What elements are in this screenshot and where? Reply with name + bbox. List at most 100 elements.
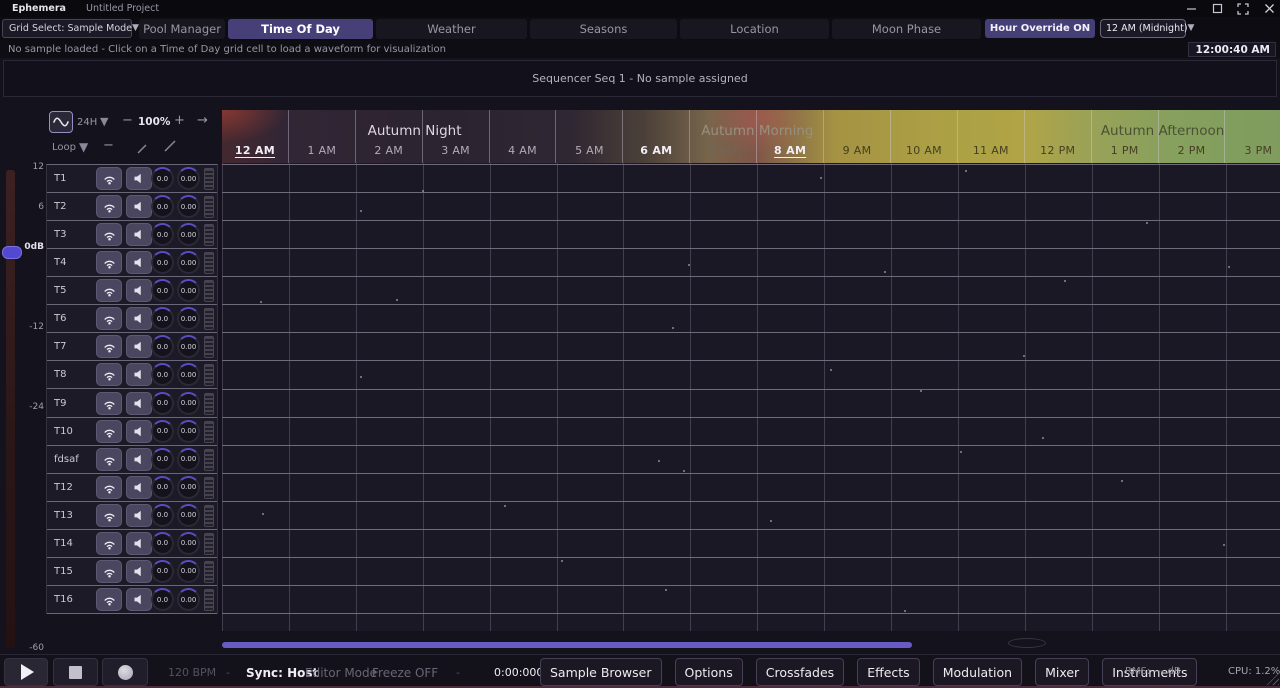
pan-knob[interactable]: 0.0: [151, 335, 174, 358]
pan-knob[interactable]: 0.0: [151, 251, 174, 274]
stop-button[interactable]: [53, 658, 98, 686]
play-button[interactable]: [4, 658, 48, 686]
grid-select-dropdown[interactable]: Grid Select: Sample Mode ▼: [2, 19, 132, 38]
arrow-right-icon[interactable]: →: [197, 113, 208, 128]
hour-cell-11-am[interactable]: 11 AM: [958, 110, 1025, 163]
zoom-in-button[interactable]: +: [174, 113, 185, 128]
horizontal-scrollbar[interactable]: [222, 642, 912, 648]
effects-button[interactable]: Effects: [857, 658, 920, 686]
track-monitor-button[interactable]: [96, 476, 122, 499]
track-monitor-button[interactable]: [96, 392, 122, 415]
track-monitor-button[interactable]: [96, 448, 122, 471]
track-monitor-button[interactable]: [96, 363, 122, 386]
tab-location[interactable]: Location: [680, 19, 829, 39]
track-mute-button[interactable]: [126, 448, 152, 471]
hour-override-button[interactable]: Hour Override ON: [985, 19, 1095, 38]
zoom-out-button[interactable]: −: [122, 113, 133, 128]
track-mute-button[interactable]: [126, 476, 152, 499]
tab-weather[interactable]: Weather: [376, 19, 527, 39]
pan-knob[interactable]: 0.0: [151, 532, 174, 555]
options-button[interactable]: Options: [675, 658, 743, 686]
track-monitor-button[interactable]: [96, 560, 122, 583]
close-icon[interactable]: [1262, 2, 1276, 16]
hour-cell-12-am[interactable]: 12 AM: [222, 110, 289, 163]
volume-knob[interactable]: 0.00: [177, 195, 200, 218]
track-mute-button[interactable]: [126, 392, 152, 415]
hour-cell-4-am[interactable]: 4 AM: [490, 110, 557, 163]
track-name[interactable]: T16: [54, 594, 73, 605]
tab-pool-manager[interactable]: Pool Manager: [139, 19, 225, 39]
track-mute-button[interactable]: [126, 363, 152, 386]
tab-time-of-day[interactable]: Time Of Day: [228, 19, 373, 39]
loop-minus-button[interactable]: −: [103, 138, 114, 153]
track-mute-button[interactable]: [126, 588, 152, 611]
pan-knob[interactable]: 0.0: [151, 588, 174, 611]
track-mute-button[interactable]: [126, 504, 152, 527]
track-monitor-button[interactable]: [96, 335, 122, 358]
loop-dropdown-caret-icon[interactable]: ▼: [79, 140, 88, 154]
modulation-button[interactable]: Modulation: [933, 658, 1022, 686]
volume-knob[interactable]: 0.00: [177, 167, 200, 190]
pan-knob[interactable]: 0.0: [151, 223, 174, 246]
volume-knob[interactable]: 0.00: [177, 392, 200, 415]
track-mute-button[interactable]: [126, 251, 152, 274]
volume-knob[interactable]: 0.00: [177, 307, 200, 330]
crossfades-button[interactable]: Crossfades: [756, 658, 844, 686]
waveform-panel[interactable]: Sequencer Seq 1 - No sample assigned: [3, 60, 1277, 97]
track-name[interactable]: T1: [54, 173, 66, 184]
volume-knob[interactable]: 0.00: [177, 532, 200, 555]
pan-knob[interactable]: 0.0: [151, 195, 174, 218]
mixer-button[interactable]: Mixer: [1035, 658, 1089, 686]
track-mute-button[interactable]: [126, 420, 152, 443]
track-monitor-button[interactable]: [96, 420, 122, 443]
pan-knob[interactable]: 0.0: [151, 504, 174, 527]
track-monitor-button[interactable]: [96, 167, 122, 190]
hour-cell-10-am[interactable]: 10 AM: [891, 110, 958, 163]
track-name[interactable]: T2: [54, 201, 66, 212]
mode-dropdown-caret-icon[interactable]: ▼: [100, 115, 108, 128]
pan-knob[interactable]: 0.0: [151, 448, 174, 471]
volume-knob[interactable]: 0.00: [177, 560, 200, 583]
track-name[interactable]: T9: [54, 398, 66, 409]
track-name[interactable]: T3: [54, 229, 66, 240]
track-mute-button[interactable]: [126, 279, 152, 302]
track-monitor-button[interactable]: [96, 307, 122, 330]
track-name[interactable]: T5: [54, 285, 66, 296]
track-name[interactable]: T13: [54, 510, 73, 521]
hour-cell-9-am[interactable]: 9 AM: [824, 110, 891, 163]
fullscreen-icon[interactable]: [1236, 2, 1250, 16]
track-name[interactable]: T4: [54, 257, 66, 268]
tab-moon-phase[interactable]: Moon Phase: [832, 19, 981, 39]
track-name[interactable]: T6: [54, 313, 66, 324]
pan-knob[interactable]: 0.0: [151, 363, 174, 386]
line-tool-icon[interactable]: [163, 138, 177, 157]
track-mute-button[interactable]: [126, 167, 152, 190]
volume-knob[interactable]: 0.00: [177, 476, 200, 499]
pan-knob[interactable]: 0.0: [151, 167, 174, 190]
track-name[interactable]: T15: [54, 566, 73, 577]
hour-cell-6-am[interactable]: 6 AM: [623, 110, 690, 163]
editor-mode[interactable]: Editor Mode: [305, 666, 377, 680]
volume-knob[interactable]: 0.00: [177, 279, 200, 302]
ramp-tool-icon[interactable]: [136, 140, 148, 159]
volume-knob[interactable]: 0.00: [177, 363, 200, 386]
pan-knob[interactable]: 0.0: [151, 420, 174, 443]
volume-knob[interactable]: 0.00: [177, 504, 200, 527]
track-name[interactable]: T10: [54, 426, 73, 437]
volume-knob[interactable]: 0.00: [177, 251, 200, 274]
pan-knob[interactable]: 0.0: [151, 307, 174, 330]
track-mute-button[interactable]: [126, 560, 152, 583]
track-mute-button[interactable]: [126, 307, 152, 330]
hour-cell-5-am[interactable]: 5 AM: [557, 110, 624, 163]
hour-cell-1-am[interactable]: 1 AM: [289, 110, 356, 163]
volume-knob[interactable]: 0.00: [177, 420, 200, 443]
track-name[interactable]: T8: [54, 369, 66, 380]
minimize-icon[interactable]: [1184, 2, 1198, 16]
pan-knob[interactable]: 0.0: [151, 560, 174, 583]
track-monitor-button[interactable]: [96, 223, 122, 246]
freeze-toggle[interactable]: Freeze OFF: [372, 666, 438, 680]
hour-cell-3-pm[interactable]: 3 PM: [1226, 110, 1280, 163]
track-mute-button[interactable]: [126, 223, 152, 246]
sample-browser-button[interactable]: Sample Browser: [540, 658, 662, 686]
maximize-icon[interactable]: [1210, 2, 1224, 16]
